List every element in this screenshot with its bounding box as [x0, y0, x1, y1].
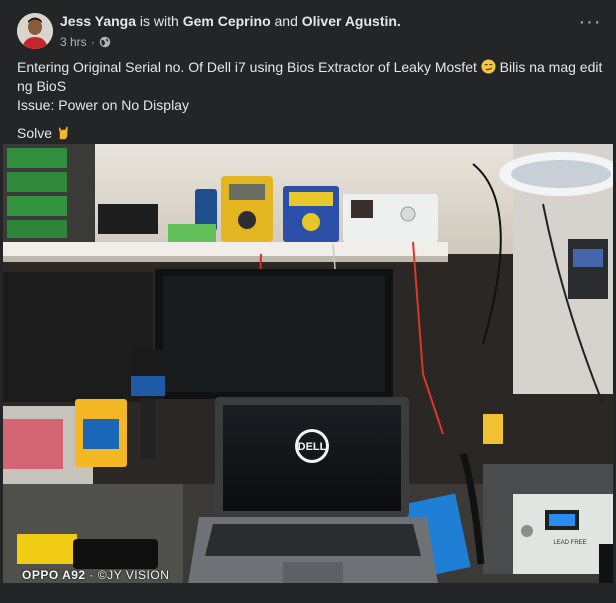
- post-line-1-text: Entering Original Serial no. Of Dell i7 …: [17, 59, 477, 75]
- tagged-user-2[interactable]: Oliver Agustin.: [302, 13, 401, 29]
- author-name[interactable]: Jess Yanga: [60, 13, 136, 29]
- avatar-photo: [17, 13, 53, 49]
- rock-on-emoji: [58, 126, 68, 140]
- more-options-icon[interactable]: ···: [576, 12, 604, 38]
- post-meta: 3 hrs ·: [60, 34, 111, 50]
- post-time[interactable]: 3 hrs: [60, 34, 87, 50]
- watermark-author: ©JY VISION: [97, 568, 170, 582]
- meta-separator: ·: [90, 35, 95, 49]
- photo-scene: DELL LEAD FREE: [3, 144, 613, 583]
- post-header: Jess Yanga is with Gem Ceprino and Olive…: [0, 0, 616, 55]
- laptop-brand: DELL: [298, 441, 327, 453]
- facebook-post: Jess Yanga is with Gem Ceprino and Olive…: [0, 0, 616, 603]
- globe-icon[interactable]: [99, 36, 111, 48]
- watermark-separator: ·: [85, 568, 98, 582]
- station-label: LEAD FREE: [553, 540, 586, 546]
- post-line-2: Issue: Power on No Display: [17, 97, 189, 113]
- post-line-1: Entering Original Serial no. Of Dell i7 …: [17, 58, 607, 96]
- with-text: is with: [139, 13, 179, 29]
- and-text: and: [274, 13, 298, 29]
- smirk-emoji: [481, 59, 496, 74]
- watermark-device: OPPO A92: [22, 568, 86, 582]
- post-photo[interactable]: DELL LEAD FREE: [3, 144, 613, 583]
- post-line-3-text: Solve: [17, 125, 53, 141]
- tagged-user-1[interactable]: Gem Ceprino: [183, 13, 271, 29]
- author-line: Jess Yanga is with Gem Ceprino and Olive…: [60, 12, 401, 30]
- post-text: Entering Original Serial no. Of Dell i7 …: [17, 58, 607, 143]
- avatar[interactable]: [17, 13, 53, 49]
- photo-watermark: OPPO A92 · ©JY VISION: [22, 568, 169, 582]
- post-footer-strip: [0, 583, 616, 603]
- post-line-3: Solve: [17, 124, 607, 143]
